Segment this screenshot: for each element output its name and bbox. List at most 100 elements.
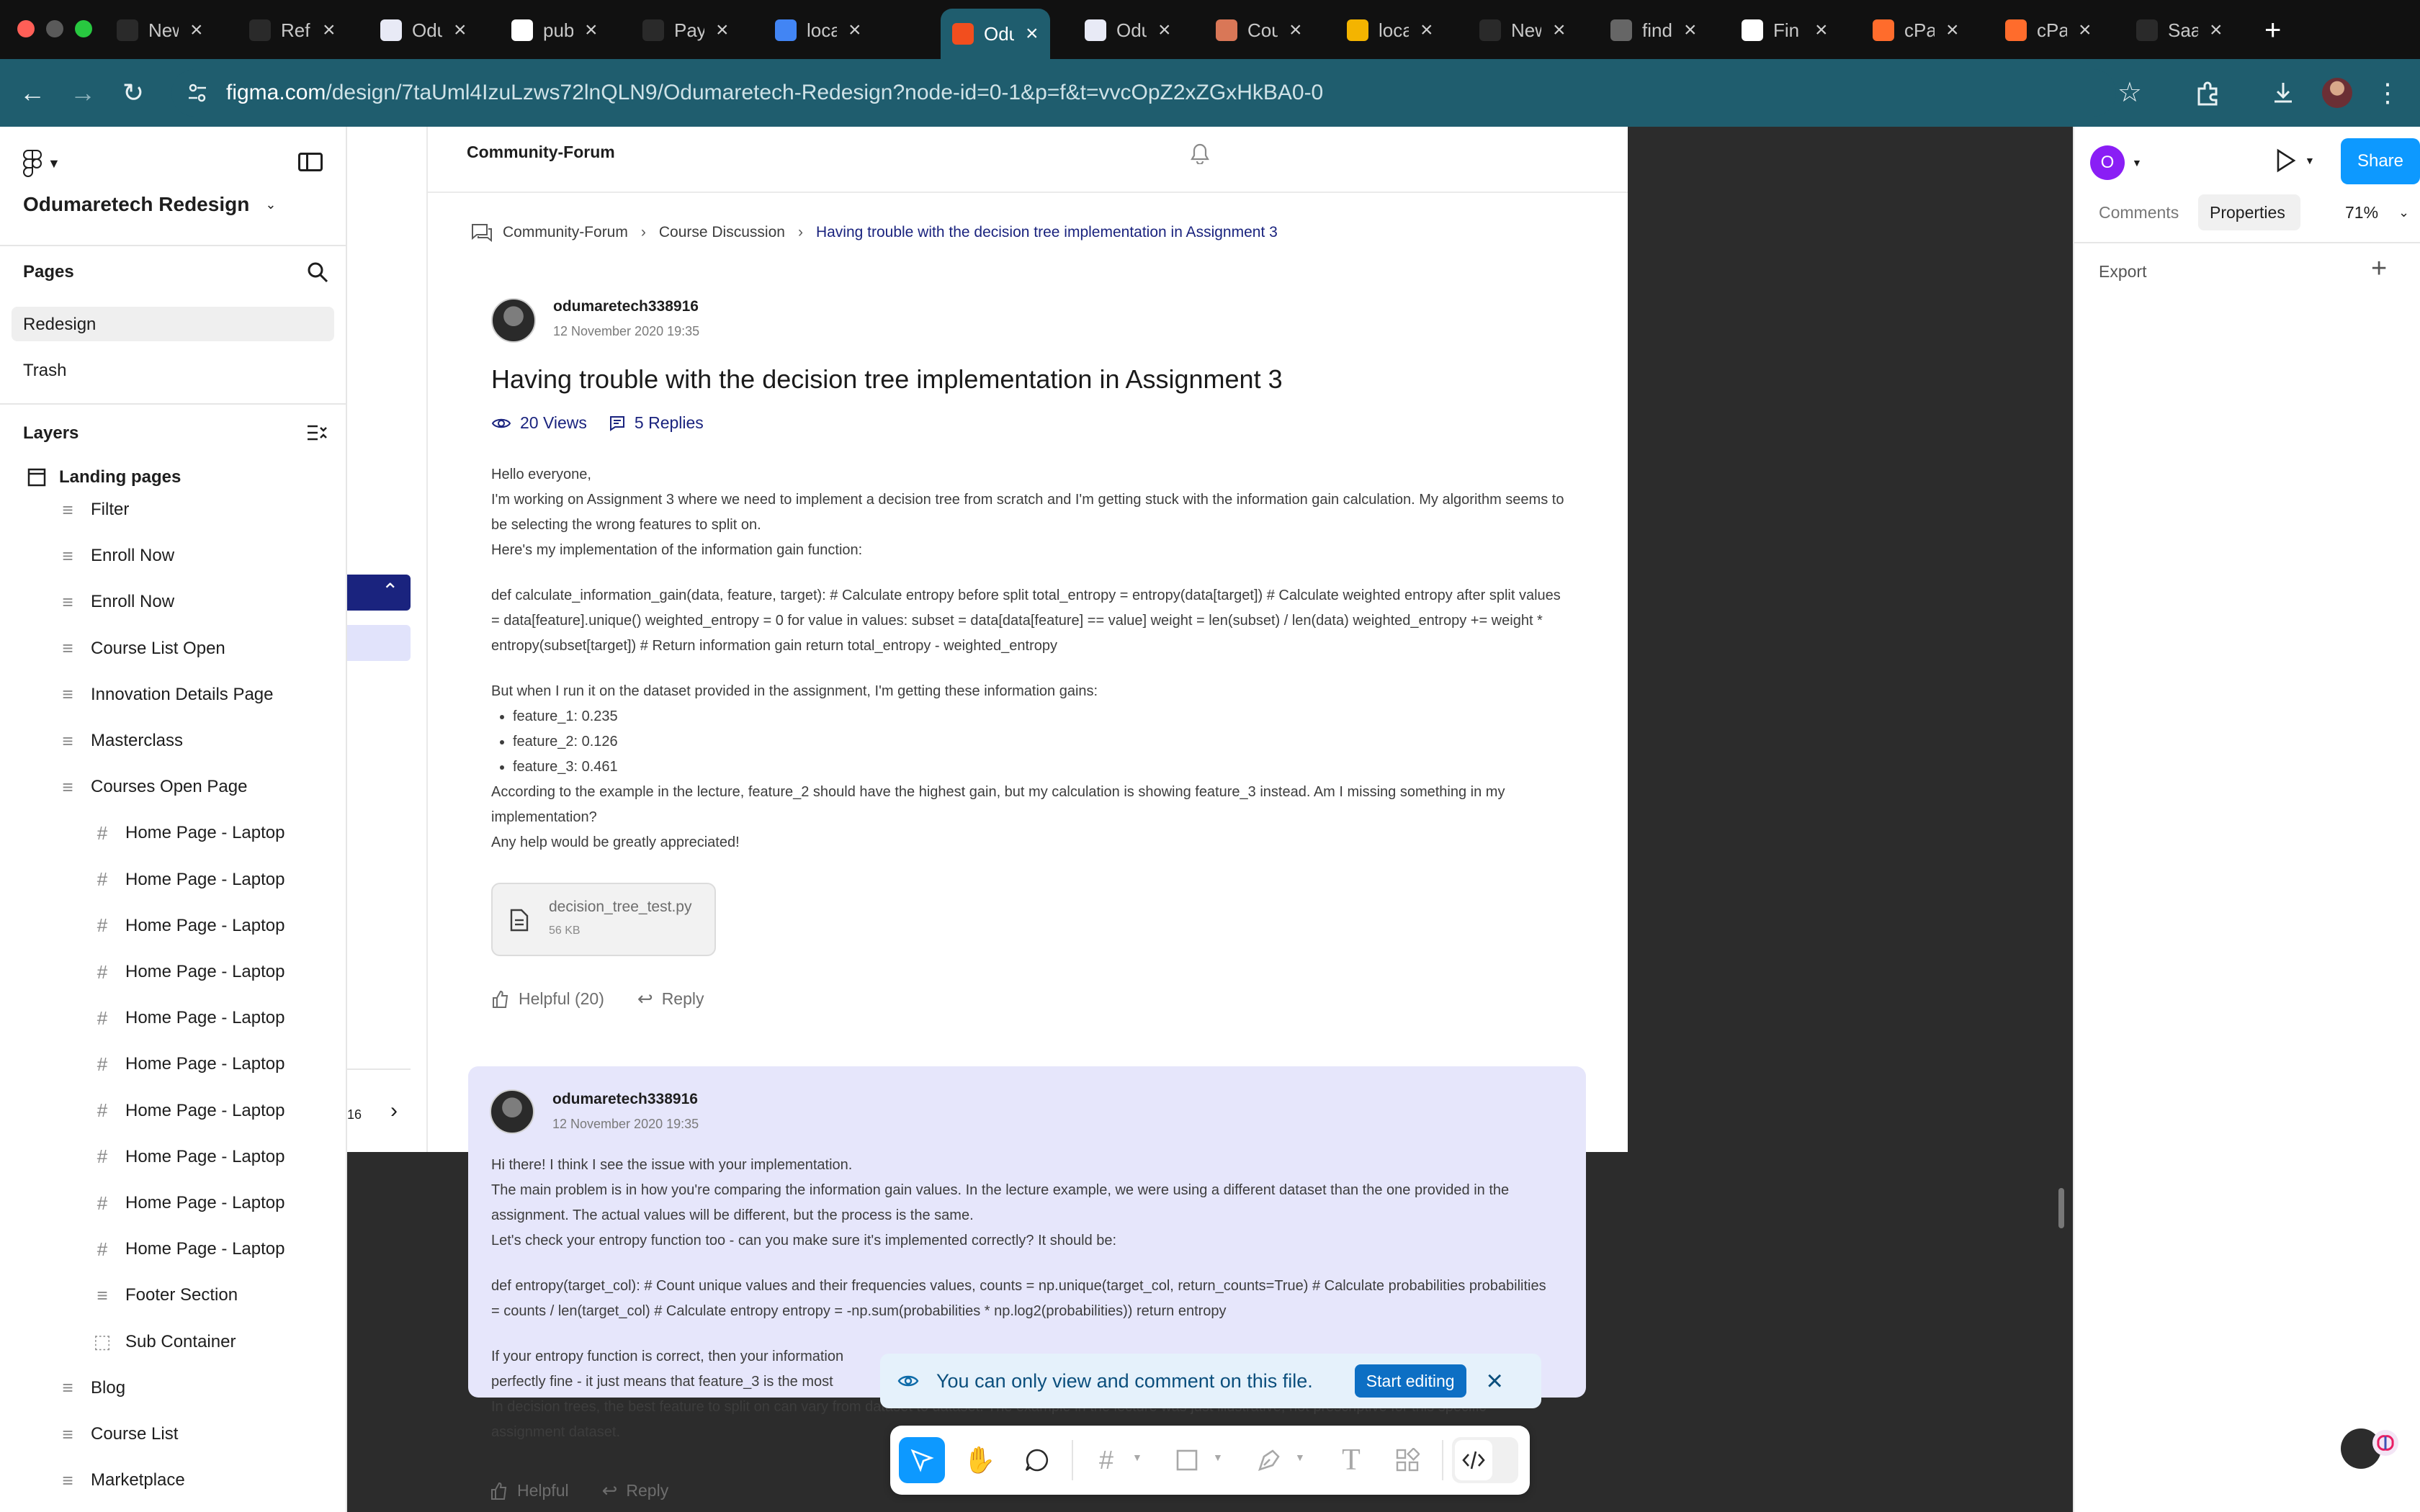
minimize-window-button[interactable]: [46, 20, 63, 37]
layer-item[interactable]: ≡ Masterclass: [58, 719, 183, 762]
browser-tab[interactable]: pub ×: [500, 9, 609, 52]
browser-tab[interactable]: Odu ×: [369, 9, 478, 52]
layer-item[interactable]: # Home Page - Laptop: [92, 1135, 285, 1179]
layer-item[interactable]: # Home Page - Laptop: [92, 1043, 285, 1086]
submenu-item[interactable]: [347, 625, 411, 661]
start-editing-button[interactable]: Start editing: [1354, 1364, 1466, 1398]
reply-button[interactable]: ↩ Reply: [602, 1480, 669, 1502]
tab-close-icon[interactable]: ×: [1946, 18, 1959, 42]
layer-item[interactable]: # Home Page - Laptop: [92, 811, 285, 855]
tab-close-icon[interactable]: ×: [323, 18, 336, 42]
browser-tab[interactable]: Pay ×: [631, 9, 740, 52]
tab-close-icon[interactable]: ×: [1553, 18, 1566, 42]
page-item-trash[interactable]: Trash: [23, 361, 66, 381]
user-avatar-menu[interactable]: O ▼: [2090, 145, 2142, 180]
layer-item[interactable]: ≡ Courses Open Page: [58, 765, 247, 809]
layer-item[interactable]: ≡ Course List: [58, 1413, 178, 1456]
tab-close-icon[interactable]: ×: [1289, 18, 1302, 42]
layer-item[interactable]: # Home Page - Laptop: [92, 1089, 285, 1133]
helpful-button[interactable]: Helpful (20): [491, 989, 604, 1009]
tab-close-icon[interactable]: ×: [1815, 18, 1828, 42]
layer-item[interactable]: # Home Page - Laptop: [92, 950, 285, 994]
attachment-card[interactable]: decision_tree_test.py 56 KB: [491, 883, 716, 956]
browser-tab[interactable]: Saa ×: [2125, 9, 2234, 52]
tab-close-icon[interactable]: ×: [2210, 18, 2223, 42]
browser-tab[interactable]: cPa ×: [1994, 9, 2103, 52]
layer-item[interactable]: ≡ Innovation Details Page: [58, 673, 273, 716]
back-icon[interactable]: ←: [14, 75, 50, 111]
text-tool-icon[interactable]: T: [1328, 1437, 1374, 1483]
layer-item[interactable]: ⬚ Sub Container: [92, 1320, 236, 1364]
resources-tool-icon[interactable]: [1384, 1437, 1430, 1483]
forward-icon[interactable]: →: [65, 75, 101, 111]
layer-item[interactable]: # Home Page - Laptop: [92, 1182, 285, 1225]
layer-item[interactable]: ≡ Enroll Now: [58, 580, 174, 624]
browser-tab[interactable]: Odu ×: [1073, 9, 1183, 52]
reply-button[interactable]: ↩ Reply: [637, 988, 704, 1010]
close-window-button[interactable]: [17, 20, 35, 37]
layer-item[interactable]: # Home Page - Laptop: [92, 996, 285, 1040]
browser-tab[interactable]: Fin ×: [1730, 9, 1839, 52]
browser-tab[interactable]: New ×: [105, 9, 215, 52]
collapse-layers-icon[interactable]: [306, 422, 328, 444]
layer-item[interactable]: ≡ Course List Open: [58, 627, 225, 670]
brain-icon[interactable]: [2370, 1427, 2401, 1459]
share-button[interactable]: Share: [2341, 138, 2420, 184]
layer-item[interactable]: ≡ Enroll Now: [58, 534, 174, 577]
browser-tab[interactable]: New ×: [1468, 9, 1577, 52]
tab-close-icon[interactable]: ×: [454, 18, 467, 42]
layer-item[interactable]: ≡ Filter: [58, 488, 129, 531]
chevron-down-icon[interactable]: ▼: [1295, 1452, 1305, 1463]
chevron-right-icon[interactable]: ›: [390, 1099, 398, 1123]
tab-close-icon[interactable]: ×: [190, 18, 203, 42]
browser-tab[interactable]: loca ×: [763, 9, 873, 52]
frame-tool-icon[interactable]: #: [1083, 1437, 1129, 1483]
add-export-icon[interactable]: +: [2371, 253, 2387, 284]
move-tool-icon[interactable]: [899, 1437, 945, 1483]
browser-tab[interactable]: loca ×: [1335, 9, 1445, 52]
browser-menu-icon[interactable]: ⋮: [2370, 75, 2406, 111]
hand-tool-icon[interactable]: ✋: [956, 1437, 1003, 1483]
tab-close-icon[interactable]: ×: [1158, 18, 1171, 42]
close-icon[interactable]: ×: [1487, 1365, 1503, 1398]
panel-toggle-icon[interactable]: [298, 153, 323, 171]
search-icon[interactable]: [306, 261, 329, 284]
tab-close-icon[interactable]: ×: [1026, 22, 1039, 46]
layer-item[interactable]: # Home Page - Laptop: [92, 858, 285, 901]
layer-item[interactable]: # Home Page - Laptop: [92, 904, 285, 948]
page-item-selected[interactable]: Redesign: [12, 307, 334, 341]
browser-tab[interactable]: Ref ×: [238, 9, 347, 52]
pen-tool-icon[interactable]: [1246, 1437, 1292, 1483]
browser-tab[interactable]: Cou ×: [1204, 9, 1314, 52]
layer-item[interactable]: ≡ Footer Section: [92, 1274, 238, 1317]
canvas-scrollbar[interactable]: [2058, 1188, 2064, 1228]
address-bar[interactable]: figma.com/design/7taUml4IzuLzws72lnQLN9/…: [171, 69, 2142, 117]
chevron-down-icon[interactable]: ▼: [1213, 1452, 1223, 1463]
collapsed-menu-item[interactable]: ⌃: [347, 575, 411, 611]
tab-close-icon[interactable]: ×: [716, 18, 729, 42]
layer-item[interactable]: # Home Page - Laptop: [92, 1228, 285, 1271]
tab-close-icon[interactable]: ×: [848, 18, 861, 42]
new-tab-button[interactable]: +: [2253, 9, 2293, 52]
project-title-dropdown[interactable]: Odumaretech Redesign ⌄: [23, 193, 276, 216]
profile-avatar[interactable]: [2322, 78, 2352, 108]
reload-icon[interactable]: ↻: [115, 75, 151, 111]
extensions-icon[interactable]: [2190, 75, 2226, 111]
helpful-button[interactable]: Helpful: [490, 1481, 569, 1500]
tab-close-icon[interactable]: ×: [1684, 18, 1697, 42]
download-icon[interactable]: [2265, 75, 2301, 111]
rectangle-tool-icon[interactable]: [1164, 1437, 1210, 1483]
tab-properties[interactable]: Properties: [2198, 194, 2300, 230]
tab-close-icon[interactable]: ×: [1420, 18, 1433, 42]
comment-tool-icon[interactable]: [1014, 1437, 1060, 1483]
present-button[interactable]: ▼: [2275, 148, 2315, 173]
zoom-control[interactable]: 71% ⌄: [2345, 203, 2409, 222]
tab-comments[interactable]: Comments: [2099, 203, 2179, 222]
breadcrumb-item[interactable]: Community-Forum: [503, 224, 628, 241]
bell-icon[interactable]: [1190, 143, 1210, 164]
figma-main-menu[interactable]: ▼: [23, 150, 60, 177]
chevron-down-icon[interactable]: ▼: [1132, 1452, 1142, 1463]
browser-tab[interactable]: find ×: [1599, 9, 1708, 52]
zoom-window-button[interactable]: [75, 20, 92, 37]
browser-tab[interactable]: Odu ×: [941, 9, 1050, 59]
